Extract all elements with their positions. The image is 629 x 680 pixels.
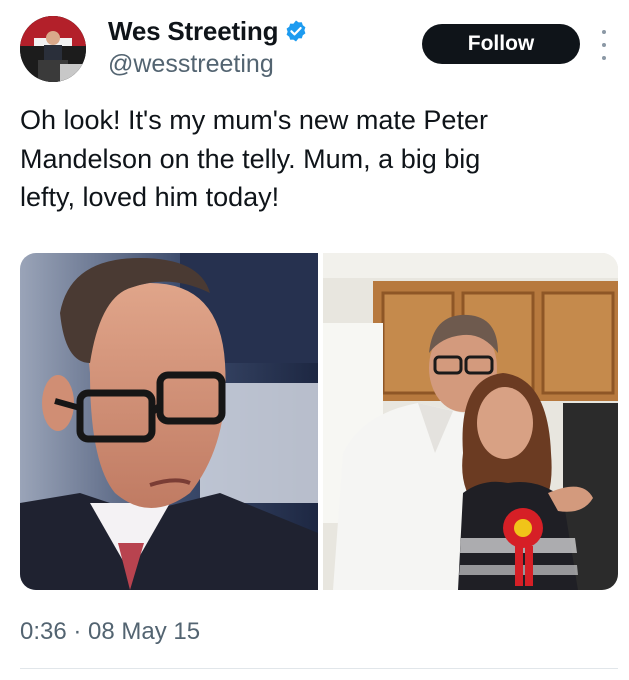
tweet-timestamp[interactable]: 0:36 · 08 May 15 <box>20 618 200 646</box>
author-handle[interactable]: @wesstreeting <box>108 50 274 79</box>
media-photo-1[interactable] <box>20 253 318 590</box>
divider <box>20 668 618 669</box>
media-grid <box>20 253 618 590</box>
author-name-row: Wes Streeting <box>108 14 308 48</box>
verified-badge-icon <box>284 19 308 43</box>
author-name[interactable]: Wes Streeting <box>108 16 279 47</box>
follow-button[interactable]: Follow <box>422 24 580 64</box>
more-dot <box>602 56 606 60</box>
more-options-icon[interactable] <box>596 30 612 60</box>
more-dot <box>602 30 606 34</box>
media-photo-2[interactable] <box>323 253 618 590</box>
avatar[interactable] <box>20 16 86 82</box>
more-dot <box>602 43 606 47</box>
tweet-text: Oh look! It's my mum's new mate Peter Ma… <box>20 105 488 212</box>
